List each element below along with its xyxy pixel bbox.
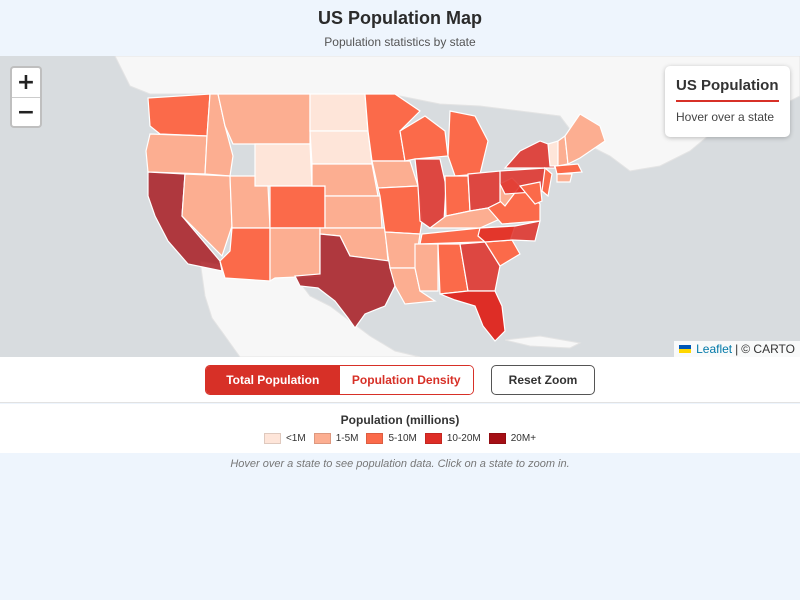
legend-swatch bbox=[488, 433, 506, 444]
map-attribution: Leaflet | © CARTO bbox=[674, 341, 800, 357]
state-colorado[interactable] bbox=[269, 185, 326, 229]
legend-item: 20M+ bbox=[488, 433, 537, 444]
zoom-control: + − bbox=[10, 66, 42, 128]
footer-hint: Hover over a state to see population dat… bbox=[230, 458, 570, 470]
state-illinois[interactable] bbox=[414, 158, 447, 229]
state-washington[interactable] bbox=[147, 93, 211, 137]
legend-title: Population (millions) bbox=[340, 413, 460, 427]
page-title: US Population Map bbox=[318, 8, 482, 28]
map-container[interactable]: + − US Population Hover over a state Lea… bbox=[0, 56, 800, 357]
ukraine-flag-icon bbox=[679, 345, 692, 353]
info-title: US Population bbox=[676, 77, 779, 102]
state-north-dakota[interactable] bbox=[309, 93, 369, 132]
state-vermont[interactable] bbox=[547, 140, 559, 167]
legend-label: 1-5M bbox=[335, 433, 359, 444]
state-florida[interactable] bbox=[439, 290, 506, 342]
state-oregon[interactable] bbox=[145, 133, 208, 175]
state-indiana[interactable] bbox=[444, 175, 471, 217]
legend-item: 5-10M bbox=[366, 433, 417, 444]
state-connecticut[interactable] bbox=[556, 173, 573, 183]
legend-label: 20M+ bbox=[510, 433, 537, 444]
state-iowa[interactable] bbox=[371, 160, 419, 189]
leaflet-link[interactable]: Leaflet bbox=[696, 342, 732, 356]
state-mississippi[interactable] bbox=[414, 243, 439, 292]
legend-item: 10-20M bbox=[424, 433, 481, 444]
legend-items: <1M 1-5M 5-10M 10-20M 20M+ bbox=[0, 433, 800, 444]
page-subtitle: Population statistics by state bbox=[324, 35, 476, 49]
legend-item: 1-5M bbox=[313, 433, 359, 444]
zoom-in-button[interactable]: + bbox=[12, 68, 40, 97]
legend-swatch bbox=[424, 433, 442, 444]
state-south-dakota[interactable] bbox=[309, 130, 373, 165]
state-missouri[interactable] bbox=[377, 185, 423, 235]
legend-label: 10-20M bbox=[446, 433, 481, 444]
total-population-button[interactable]: Total Population bbox=[206, 366, 340, 394]
controls-bar: Total Population Population Density Rese… bbox=[0, 357, 800, 403]
legend-swatch bbox=[313, 433, 331, 444]
state-wyoming[interactable] bbox=[254, 143, 313, 187]
legend: Population (millions) <1M 1-5M 5-10M 10-… bbox=[0, 404, 800, 453]
cuba-land bbox=[504, 335, 582, 349]
state-massachusetts[interactable] bbox=[554, 163, 583, 175]
attribution-provider: © CARTO bbox=[741, 342, 795, 356]
page-header: US Population Map Population statistics … bbox=[0, 0, 800, 56]
legend-swatch bbox=[366, 433, 384, 444]
legend-label: <1M bbox=[285, 433, 306, 444]
legend-item: <1M bbox=[263, 433, 306, 444]
attribution-separator: | bbox=[735, 342, 739, 356]
legend-label: 5-10M bbox=[388, 433, 417, 444]
legend-swatch bbox=[263, 433, 281, 444]
state-kansas[interactable] bbox=[324, 195, 383, 229]
state-montana[interactable] bbox=[217, 93, 311, 145]
info-text: Hover over a state bbox=[676, 110, 775, 124]
info-panel: US Population Hover over a state bbox=[665, 66, 790, 137]
mode-toggle: Total Population Population Density bbox=[205, 365, 474, 395]
state-michigan[interactable] bbox=[447, 110, 489, 177]
zoom-out-button[interactable]: − bbox=[12, 97, 40, 126]
reset-zoom-button[interactable]: Reset Zoom bbox=[491, 365, 595, 395]
population-density-button[interactable]: Population Density bbox=[339, 366, 473, 394]
state-new-mexico[interactable] bbox=[269, 227, 321, 283]
